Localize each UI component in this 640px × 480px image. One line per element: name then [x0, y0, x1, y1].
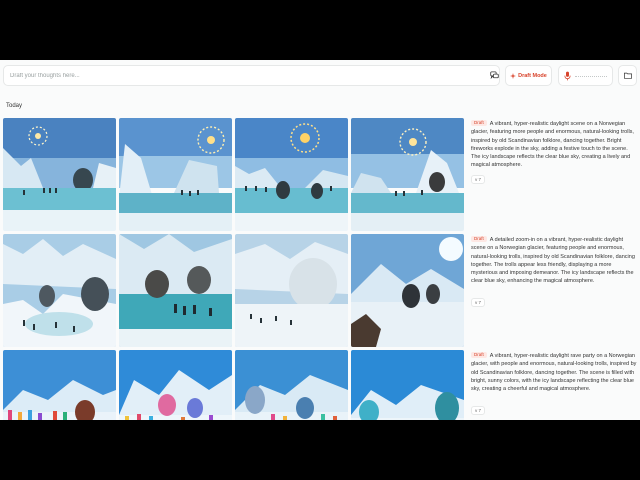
voice-input[interactable] — [558, 65, 613, 86]
prompt-input[interactable] — [10, 69, 450, 83]
version-button-3[interactable]: v 7 — [471, 406, 485, 415]
folder-icon — [624, 72, 632, 79]
generated-image-3-2[interactable] — [119, 350, 232, 420]
draft-badge: Draft — [471, 352, 487, 358]
entry-text: A vibrant, hyper-realistic daylight rave… — [471, 353, 637, 393]
chat-icon[interactable] — [490, 71, 499, 80]
draft-badge: Draft — [471, 236, 487, 242]
draft-mode-label: Draft Mode — [518, 72, 547, 79]
generated-image-3-4[interactable] — [351, 350, 464, 420]
generated-image-2-1[interactable] — [3, 234, 116, 347]
version-button-2[interactable]: v 7 — [471, 298, 485, 307]
entry-description-1: Draft A vibrant, hyper-realistic daylight… — [471, 120, 637, 170]
entry-text: A vibrant, hyper-realistic daylight scen… — [471, 121, 634, 169]
generated-image-1-1[interactable] — [3, 118, 116, 231]
audio-waveform — [575, 76, 607, 77]
mic-icon[interactable] — [564, 71, 571, 81]
draft-badge: Draft — [471, 120, 487, 126]
entry-text: A detailed zoom-in on a vibrant, hyper-r… — [471, 237, 635, 285]
generated-image-2-3[interactable] — [235, 234, 348, 347]
folder-button[interactable] — [618, 65, 637, 86]
section-label-today: Today — [6, 103, 23, 109]
entry-description-2: Draft A detailed zoom-in on a vibrant, hy… — [471, 236, 637, 286]
app-window: Draft Mode Today — [0, 60, 640, 420]
generated-image-2-2[interactable] — [119, 234, 232, 347]
generated-image-1-4[interactable] — [351, 118, 464, 231]
version-button-1[interactable]: v 7 — [471, 175, 485, 184]
generated-image-2-4[interactable] — [351, 234, 464, 347]
entry-description-3: Draft A vibrant, hyper-realistic daylight… — [471, 352, 637, 393]
generated-image-3-1[interactable] — [3, 350, 116, 420]
sparkle-icon — [510, 72, 517, 79]
generated-image-1-2[interactable] — [119, 118, 232, 231]
generated-image-3-3[interactable] — [235, 350, 348, 420]
prompt-bar[interactable] — [3, 65, 500, 86]
generated-image-1-3[interactable] — [235, 118, 348, 231]
draft-mode-button[interactable]: Draft Mode — [505, 65, 552, 86]
